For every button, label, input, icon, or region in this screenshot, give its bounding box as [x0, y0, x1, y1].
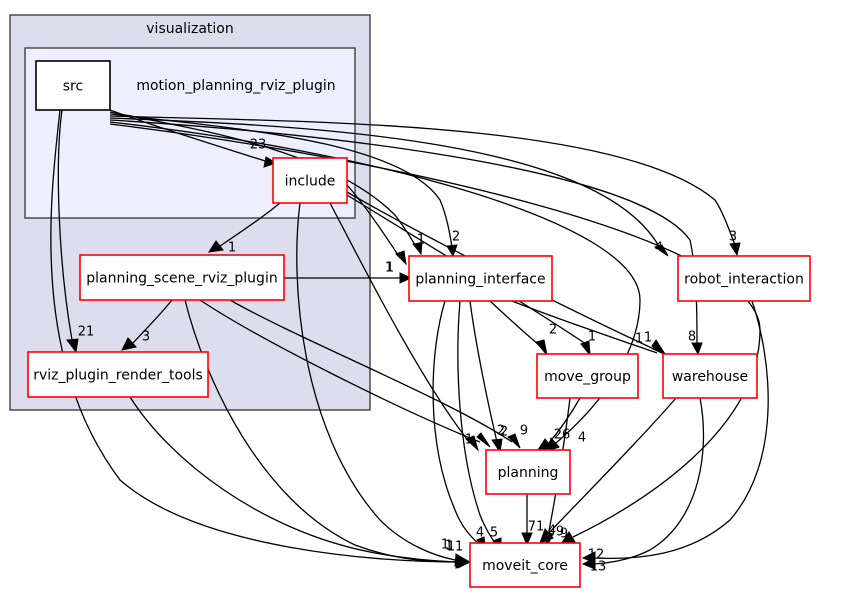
edge-rviz_plugin_render_tools-to-moveit_core — [129, 396, 470, 569]
node-move_group[interactable]: move_group — [536, 353, 639, 399]
node-label-planning_scene_rviz_plugin: planning_scene_rviz_plugin — [86, 271, 277, 287]
node-label-planning: planning — [498, 465, 559, 481]
edge-arrowhead — [395, 250, 407, 266]
edge-label-planning_interface-to-moveit_core: 5 — [490, 526, 498, 541]
edge-arrowhead — [535, 339, 548, 356]
node-label-src: src — [63, 79, 83, 95]
edge-path — [432, 300, 481, 546]
edge-warehouse-to-moveit_core — [581, 397, 705, 570]
edge-label-src-to-planning_interface: 2 — [452, 230, 460, 245]
edge-label-planning_interface-to-warehouse: 1 — [644, 331, 652, 346]
node-label-warehouse: warehouse — [672, 369, 748, 385]
edge-robot_interaction-to-moveit_core — [581, 300, 769, 564]
edge-label-src-to-planning: 26 — [554, 428, 571, 443]
edge-label-move_group-to-moveit_core: 9 — [556, 525, 564, 540]
node-label-rviz_plugin_render_tools: rviz_plugin_render_tools — [33, 368, 203, 384]
cluster-label-motion_planning_rviz_plugin: motion_planning_rviz_plugin — [136, 78, 335, 94]
edge-label-include-to-planning_scene_rviz_plugin: 1 — [228, 241, 236, 256]
edge-arrowhead — [691, 342, 703, 356]
node-label-include: include — [285, 174, 336, 190]
node-moveit_core[interactable]: moveit_core — [469, 542, 581, 588]
edge-label-rviz_plugin_render_tools-to-moveit_core: 1 — [445, 539, 453, 554]
edge-label-warehouse-to-moveit_core: 4 — [548, 524, 556, 539]
node-planning[interactable]: planning — [485, 449, 571, 495]
edge-label-src-to-rviz_plugin_render_tools: 21 — [78, 325, 95, 340]
node-label-planning_interface: planning_interface — [415, 272, 545, 288]
edge-label-src-to-include: 23 — [250, 138, 267, 153]
edge-label-include-to-planning: 1 — [465, 433, 473, 448]
edge-path — [469, 300, 498, 443]
node-src[interactable]: src — [35, 60, 111, 111]
node-label-moveit_core: moveit_core — [482, 558, 568, 574]
edge-path — [129, 396, 457, 563]
edge-arrowhead — [476, 432, 491, 448]
node-label-robot_interaction: robot_interaction — [684, 272, 804, 288]
node-planning_scene_rviz_plugin[interactable]: planning_scene_rviz_plugin — [79, 254, 285, 301]
directory-dependency-graph: visualization motion_planning_rviz_plugin… — [9, 14, 811, 588]
node-planning_interface[interactable]: planning_interface — [408, 255, 553, 302]
edge-label-planning_scene_rviz_plugin-to-planning_interface: 1 — [386, 261, 394, 276]
edge-label-planning-to-moveit_core: 71 — [528, 520, 545, 535]
edge-label-src-to-planning_interface: 1 — [417, 233, 425, 248]
edge-planning_interface-to-moveit_core — [457, 300, 502, 554]
node-warehouse[interactable]: warehouse — [662, 353, 758, 399]
edge-label-src-to-robot_interaction: 3 — [729, 230, 737, 245]
edge-path — [457, 300, 498, 546]
node-label-move_group: move_group — [544, 369, 631, 385]
edge-label-include-to-move_group: 1 — [588, 330, 596, 345]
edge-label-planning_interface-to-move_group: 2 — [549, 323, 557, 338]
node-rviz_plugin_render_tools[interactable]: rviz_plugin_render_tools — [27, 351, 209, 398]
edge-path — [593, 397, 705, 565]
edge-label-planning_scene_rviz_plugin-to-rviz_plugin_render_tools: 3 — [142, 330, 150, 345]
edge-label-src-to-warehouse: 8 — [688, 330, 696, 345]
edge-label-include-to-warehouse: 1 — [635, 332, 643, 347]
edge-label-move_group-to-planning: 4 — [578, 431, 586, 446]
cluster-label-visualization: visualization — [146, 21, 233, 37]
edge-label-planning_interface-to-planning: 2 — [500, 425, 508, 440]
edge-arrowhead — [729, 242, 741, 257]
edge-label-planning_scene_rviz_plugin-to-planning: 9 — [520, 424, 528, 439]
edge-planning_interface-to-move_group — [489, 300, 548, 356]
node-robot_interaction[interactable]: robot_interaction — [677, 255, 811, 302]
edge-path — [489, 300, 541, 347]
node-include[interactable]: include — [272, 157, 348, 204]
edge-label-warehouse-to-moveit_core: 13 — [590, 560, 607, 575]
edge-label-src-to-robot_interaction: 4 — [655, 241, 663, 256]
edge-label-planning_interface-to-moveit_core: 4 — [476, 526, 484, 541]
